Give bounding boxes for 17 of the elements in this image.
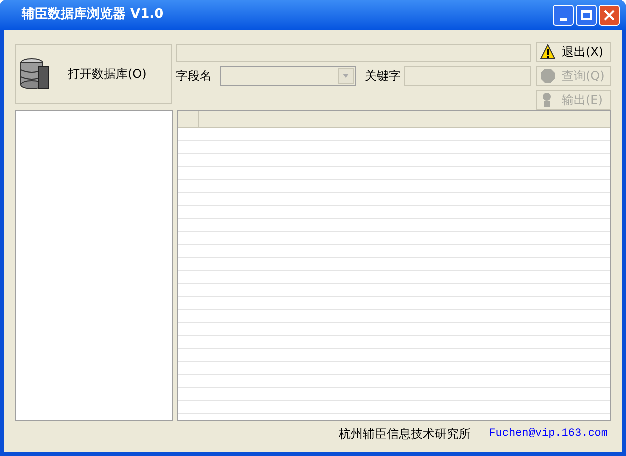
minimize-button[interactable] [553, 4, 574, 26]
email-link[interactable]: Fuchen@vip.163.com [489, 426, 608, 442]
close-icon [604, 10, 615, 20]
keyword-label: 关键字 [365, 68, 402, 85]
company-name: 杭州辅臣信息技术研究所 [339, 426, 472, 443]
stop-sign-icon [540, 68, 556, 84]
maximize-button[interactable] [576, 4, 597, 26]
field-dropdown[interactable] [220, 66, 356, 86]
field-label: 字段名 [176, 68, 213, 85]
window-title: 辅臣数据库浏览器 V1.0 [22, 6, 165, 24]
open-database-button[interactable]: 打开数据库(O) [15, 44, 172, 104]
close-button[interactable] [599, 4, 620, 26]
table-list[interactable] [15, 110, 174, 421]
database-icon [20, 57, 52, 91]
toolbar-button[interactable]: 退出(X) [536, 42, 611, 62]
data-grid[interactable] [177, 110, 611, 421]
warning-icon [540, 44, 556, 60]
